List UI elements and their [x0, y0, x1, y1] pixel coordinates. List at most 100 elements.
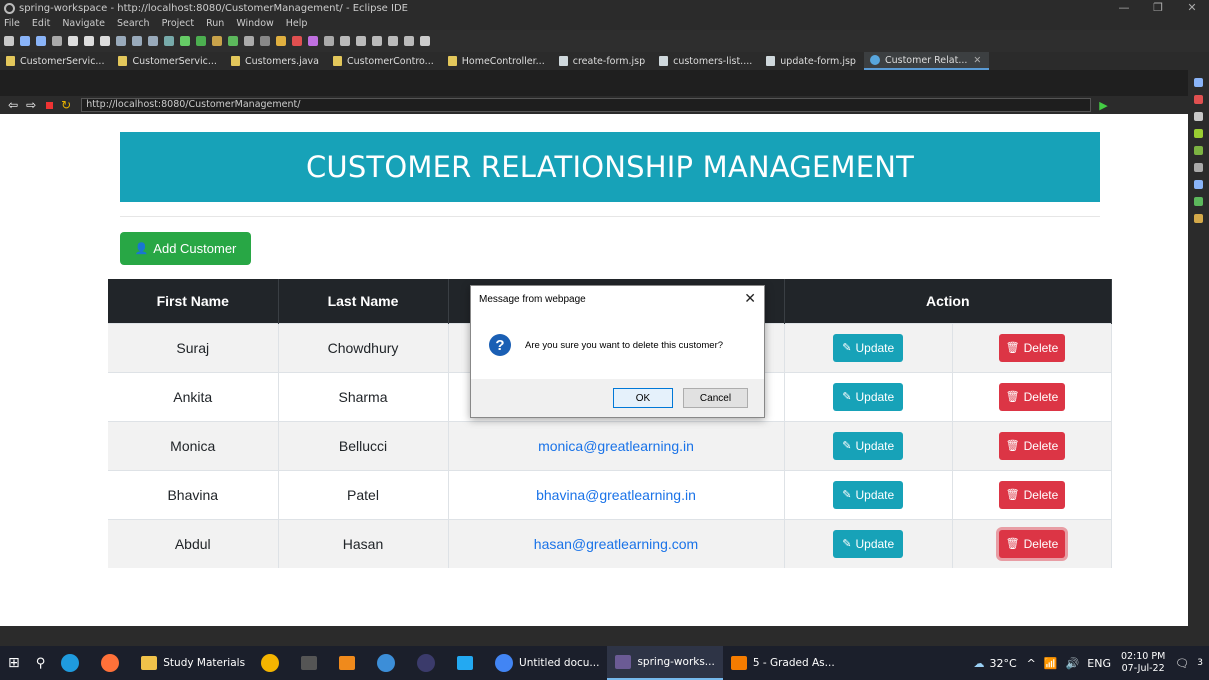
taskbar-spring-workspace[interactable]: spring-works... — [607, 646, 723, 680]
maximize-icon[interactable]: ❐ — [1141, 0, 1175, 16]
tab-create-form[interactable]: create-form.jsp — [553, 52, 653, 70]
taskbar-untitled-doc[interactable]: Untitled docu... — [487, 646, 607, 680]
resume-icon[interactable] — [68, 36, 78, 46]
suspend-icon[interactable] — [84, 36, 94, 46]
taskbar-chrome[interactable] — [253, 646, 293, 680]
ok-button[interactable]: OK — [613, 388, 673, 408]
terminal-icon[interactable] — [420, 36, 430, 46]
update-button[interactable]: ✎ Update — [833, 382, 904, 411]
console-icon[interactable] — [1194, 112, 1203, 121]
volume-icon[interactable]: 🔊 — [1066, 657, 1080, 670]
search-tool-icon[interactable] — [324, 36, 334, 46]
taskbar-study-materials[interactable]: Study Materials — [133, 646, 253, 680]
refresh-icon[interactable]: ↻ — [61, 98, 71, 112]
menu-navigate[interactable]: Navigate — [62, 18, 105, 29]
close-tab-icon[interactable]: ✕ — [973, 55, 981, 66]
update-button[interactable]: ✎ Update — [833, 333, 904, 362]
delete-button[interactable]: 🗑 Delete — [998, 431, 1065, 460]
new-java-package-icon[interactable] — [276, 36, 286, 46]
save-all-icon[interactable] — [36, 36, 46, 46]
back-arrow-icon[interactable]: ⇦ — [8, 98, 18, 112]
cancel-button[interactable]: Cancel — [683, 388, 748, 408]
menu-window[interactable]: Window — [236, 18, 273, 29]
language-indicator[interactable]: ENG — [1087, 657, 1111, 670]
taskbar-vlc[interactable] — [331, 646, 369, 680]
add-customer-button[interactable]: 👤 Add Customer — [120, 232, 251, 265]
menu-search[interactable]: Search — [117, 18, 150, 29]
menu-run[interactable]: Run — [206, 18, 224, 29]
properties-icon[interactable] — [1194, 163, 1203, 172]
tab-customercontroller[interactable]: CustomerContro... — [327, 52, 442, 70]
email-cell[interactable]: monica@greatlearning.in — [448, 420, 785, 470]
taskbar-calendar[interactable] — [293, 646, 331, 680]
markers-icon[interactable] — [1194, 180, 1203, 189]
search-button[interactable]: ⚲ — [28, 646, 54, 680]
annotation-icon[interactable] — [340, 36, 350, 46]
update-button[interactable]: ✎ Update — [833, 480, 904, 509]
outline-icon[interactable] — [1194, 78, 1203, 87]
tab-customerservice-2[interactable]: CustomerServic... — [112, 52, 224, 70]
taskbar-edge[interactable] — [53, 646, 93, 680]
new-class-icon[interactable] — [292, 36, 302, 46]
coverage-icon[interactable] — [212, 36, 222, 46]
snippets-icon[interactable] — [1194, 214, 1203, 223]
perspective-icon[interactable] — [164, 36, 174, 46]
back-icon[interactable] — [388, 36, 398, 46]
external-tools-icon[interactable] — [228, 36, 238, 46]
notifications-icon[interactable]: 🗨 — [1175, 657, 1189, 670]
network-icon[interactable]: 📶 — [1044, 657, 1058, 670]
taskbar-qbittorrent[interactable] — [369, 646, 409, 680]
new-icon[interactable] — [4, 36, 14, 46]
delete-button[interactable]: 🗑 Delete — [998, 480, 1065, 509]
delete-button[interactable]: 🗑 Delete — [998, 382, 1065, 411]
clock[interactable]: 02:10 PM 07-Jul-22 — [1121, 651, 1165, 675]
menu-file[interactable]: File — [4, 18, 20, 29]
menu-edit[interactable]: Edit — [32, 18, 50, 29]
debug-skip-icon[interactable] — [52, 36, 62, 46]
servers-icon[interactable] — [244, 36, 254, 46]
servers-view-icon[interactable] — [1194, 129, 1203, 138]
forward-icon[interactable] — [404, 36, 414, 46]
stop-icon[interactable] — [46, 101, 54, 109]
tab-customer-relationship[interactable]: Customer Relat... ✕ — [863, 52, 990, 70]
tab-homecontroller[interactable]: HomeController... — [442, 52, 553, 70]
start-button[interactable]: ⊞ — [0, 646, 28, 680]
go-icon[interactable]: ▶ — [1099, 99, 1107, 112]
step-over-icon[interactable] — [132, 36, 142, 46]
email-cell[interactable]: hasan@greatlearning.com — [448, 518, 785, 568]
tab-update-form[interactable]: update-form.jsp — [760, 52, 864, 70]
save-icon[interactable] — [20, 36, 30, 46]
close-icon[interactable]: ✕ — [1175, 0, 1209, 16]
open-type-icon[interactable] — [308, 36, 318, 46]
problems-icon[interactable] — [1194, 95, 1203, 104]
taskbar-vscode[interactable] — [449, 646, 487, 680]
update-button[interactable]: ✎ Update — [833, 431, 904, 460]
dialog-close-icon[interactable]: ✕ — [744, 290, 756, 307]
email-cell[interactable]: bhavina@greatlearning.in — [448, 469, 785, 519]
menu-project[interactable]: Project — [162, 18, 195, 29]
update-button[interactable]: ✎ Update — [833, 529, 904, 558]
taskbar-eclipse-pin[interactable] — [409, 646, 449, 680]
git-icon[interactable] — [260, 36, 270, 46]
delete-button[interactable]: 🗑 Delete — [998, 333, 1065, 362]
pin-icon[interactable] — [356, 36, 366, 46]
minimize-icon[interactable]: — — [1107, 0, 1141, 16]
url-input[interactable]: http://localhost:8080/CustomerManagement… — [81, 98, 1092, 112]
taskbar-graded-assignment[interactable]: 5 - Graded As... — [723, 646, 843, 680]
run-debug-icon[interactable] — [180, 36, 190, 46]
next-annotation-icon[interactable] — [372, 36, 382, 46]
menu-help[interactable]: Help — [286, 18, 308, 29]
tab-customerservice-1[interactable]: CustomerServic... — [0, 52, 112, 70]
forward-arrow-icon[interactable]: ⇨ — [26, 98, 36, 112]
tab-customers-java[interactable]: Customers.java — [225, 52, 327, 70]
tab-customers-list[interactable]: customers-list.... — [653, 52, 760, 70]
tasks-icon[interactable] — [1194, 146, 1203, 155]
chevron-up-icon[interactable]: ^ — [1027, 657, 1036, 670]
terminate-icon[interactable] — [100, 36, 110, 46]
step-return-icon[interactable] — [148, 36, 158, 46]
run-icon[interactable] — [196, 36, 206, 46]
weather-temp[interactable]: 32°C — [989, 657, 1016, 670]
taskbar-firefox[interactable] — [93, 646, 133, 680]
delete-button[interactable]: 🗑 Delete — [998, 529, 1065, 558]
data-source-icon[interactable] — [1194, 197, 1203, 206]
